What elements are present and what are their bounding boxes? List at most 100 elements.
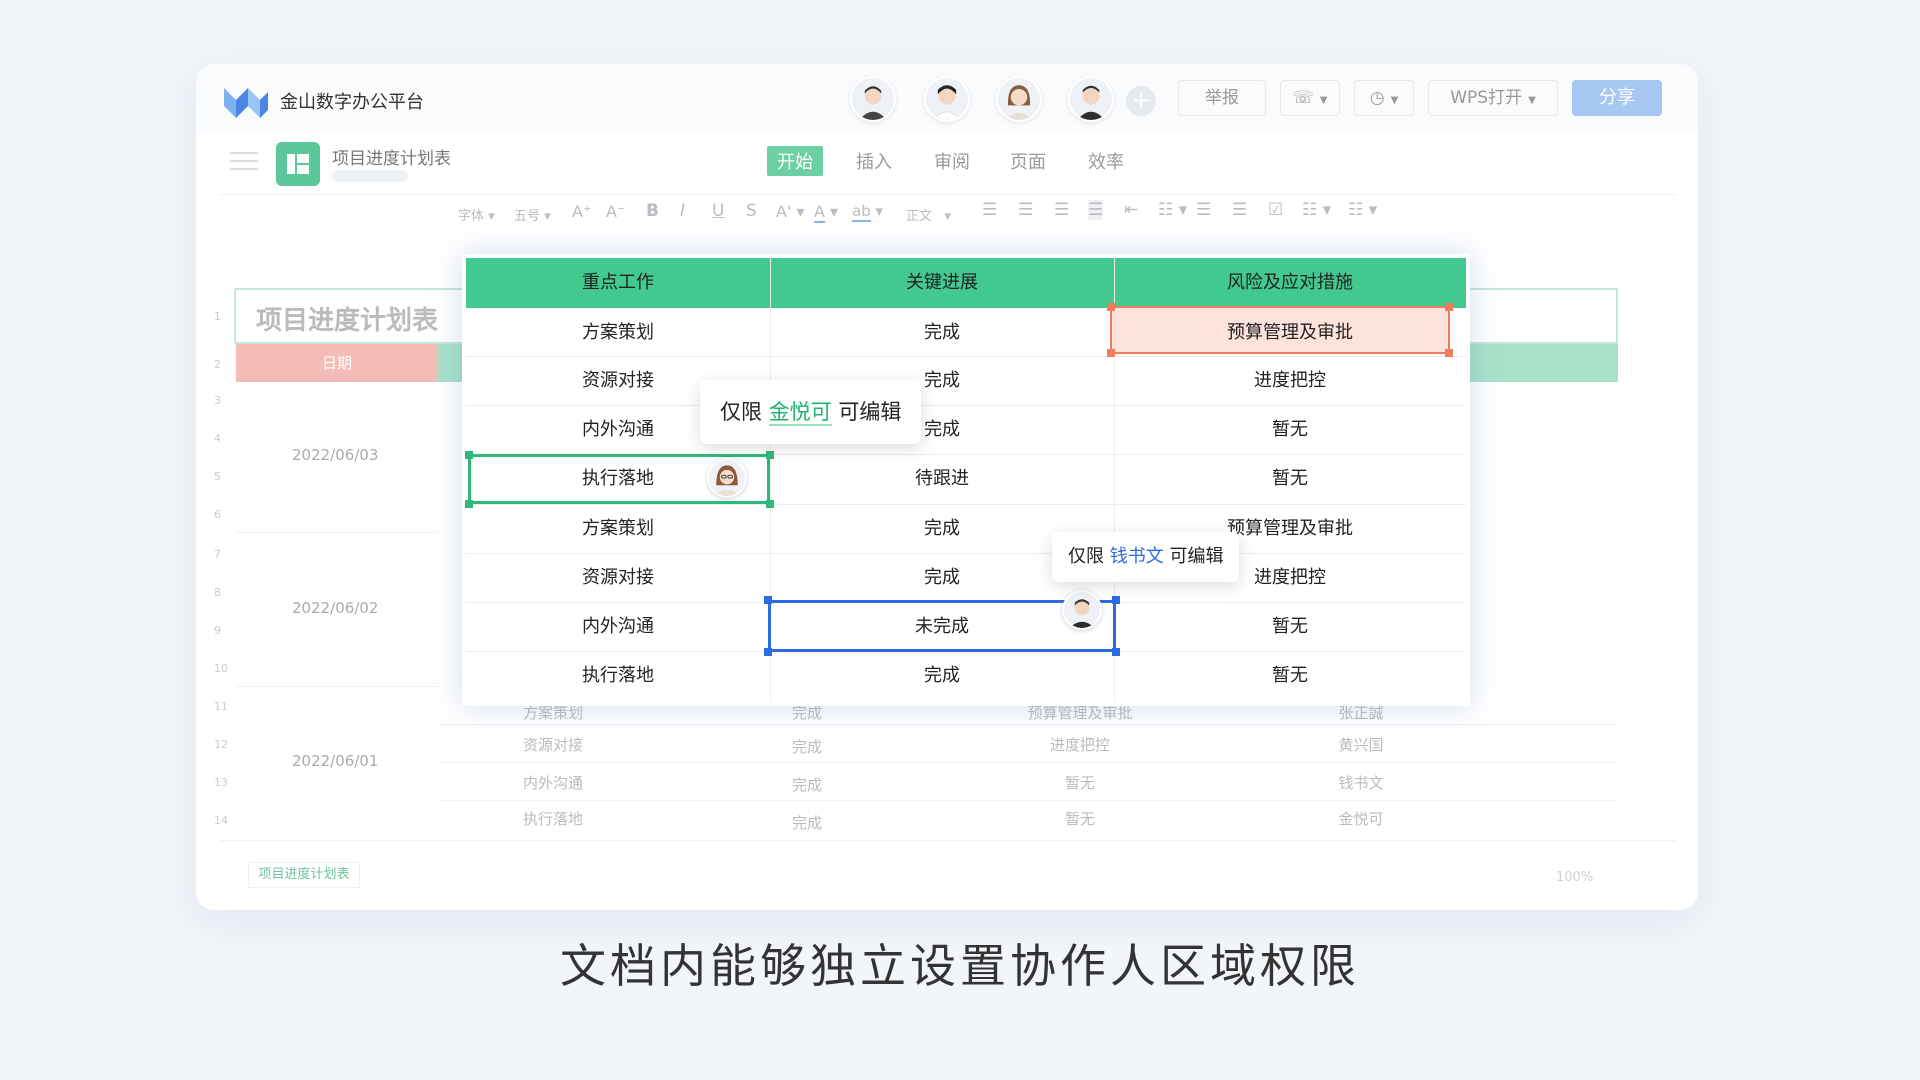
editor-name: 钱书文 <box>1109 546 1164 567</box>
table-cell[interactable]: 方案策划 <box>466 504 770 553</box>
indent-icon[interactable]: ⇤ <box>1124 200 1138 220</box>
selection-handle[interactable] <box>1107 303 1115 311</box>
selection-handle[interactable] <box>1112 648 1120 656</box>
permission-tooltip: 仅限 钱书文 可编辑 <box>1052 532 1240 582</box>
add-collaborator-icon[interactable]: + <box>1126 86 1156 116</box>
table-cell[interactable]: 待跟进 <box>770 454 1114 503</box>
table-cell[interactable]: 暂无 <box>1114 602 1466 651</box>
wps-open-button[interactable]: WPS打开 ▼ <box>1428 80 1558 116</box>
selection-handle[interactable] <box>465 451 473 459</box>
history-button[interactable]: ◷ ▼ <box>1354 80 1414 116</box>
bg-cell[interactable]: 进度把控 <box>942 734 1218 755</box>
bg-cell[interactable]: 内外沟通 <box>438 772 668 793</box>
selection-handle[interactable] <box>1112 596 1120 604</box>
bg-cell[interactable]: 暂无 <box>942 808 1218 829</box>
selection-handle[interactable] <box>1445 303 1453 311</box>
collaborator-avatar[interactable] <box>924 76 970 122</box>
highlight-icon[interactable]: ab ▾ <box>852 202 883 222</box>
line-spacing-icon[interactable]: ☷ ▾ <box>1158 200 1187 220</box>
numbered-list-icon[interactable]: ☷ ▾ <box>1348 200 1377 220</box>
report-button[interactable]: 举报 <box>1178 80 1266 116</box>
doc-title[interactable]: 项目进度计划表 <box>332 144 451 169</box>
bg-cell[interactable]: 资源对接 <box>438 734 668 755</box>
row-divider <box>438 762 1618 763</box>
italic-icon[interactable]: I <box>680 201 685 221</box>
tab-page[interactable]: 页面 <box>1010 148 1046 174</box>
collaborator-avatar[interactable] <box>996 76 1042 122</box>
font-color-icon[interactable]: A ▾ <box>814 202 838 223</box>
font-select[interactable]: 字体 ▾ <box>458 205 495 224</box>
date-cell[interactable]: 2022/06/02 <box>292 599 378 617</box>
collab-call-button[interactable]: ☏ ▼ <box>1280 80 1340 116</box>
bg-cell[interactable]: 完成 <box>672 774 942 795</box>
row-number: 4 <box>214 432 221 445</box>
table-cell[interactable]: 暂无 <box>1114 405 1466 454</box>
table-cell[interactable]: 预算管理及审批 <box>1114 308 1466 357</box>
menu-icon[interactable] <box>230 152 258 172</box>
table-cell[interactable]: 资源对接 <box>466 553 770 602</box>
superscript-icon[interactable]: A' ▾ <box>776 202 804 221</box>
phone-icon: ☏ <box>1292 88 1314 108</box>
table-cell[interactable]: 进度把控 <box>1114 356 1466 405</box>
selection-handle[interactable] <box>465 500 473 508</box>
row-number: 8 <box>214 586 221 599</box>
group-divider <box>236 686 438 687</box>
bg-cell[interactable]: 暂无 <box>942 772 1218 793</box>
table-cell[interactable]: 执行落地 <box>466 651 770 700</box>
bullet-list-icon[interactable]: ☷ ▾ <box>1302 200 1331 220</box>
date-cell[interactable]: 2022/06/03 <box>292 446 378 464</box>
selection-handle[interactable] <box>1107 349 1115 357</box>
column-header[interactable]: 风险及应对措施 <box>1114 258 1466 308</box>
underline-icon[interactable]: U <box>712 201 724 221</box>
bg-cell[interactable]: 黄兴国 <box>1218 734 1504 755</box>
share-button[interactable]: 分享 <box>1572 80 1662 116</box>
tab-insert[interactable]: 插入 <box>856 148 892 174</box>
table-cell[interactable]: 完成 <box>770 651 1114 700</box>
align-left-icon[interactable]: ☰ <box>982 200 997 220</box>
bg-cell[interactable]: 完成 <box>672 736 942 757</box>
zoom-level[interactable]: 100% <box>1556 870 1593 885</box>
table-cell[interactable]: 内外沟通 <box>466 602 770 651</box>
indent-more-icon[interactable]: ☰ <box>1232 200 1247 220</box>
table-cell[interactable]: 方案策划 <box>466 308 770 357</box>
align-right-icon[interactable]: ☰ <box>1054 200 1069 220</box>
tab-review[interactable]: 审阅 <box>934 148 970 174</box>
brand-name: 金山数字办公平台 <box>280 92 424 113</box>
bg-cell[interactable]: 执行落地 <box>438 808 668 829</box>
checkbox-icon[interactable]: ☑ <box>1268 200 1283 220</box>
collaborator-avatar[interactable] <box>1068 76 1114 122</box>
font-size-select[interactable]: 五号 ▾ <box>514 205 551 224</box>
date-cell[interactable]: 2022/06/01 <box>292 752 378 770</box>
toolbar-divider <box>220 194 1676 195</box>
outdent-icon[interactable]: ☰ <box>1196 200 1211 220</box>
selection-handle[interactable] <box>766 500 774 508</box>
align-center-icon[interactable]: ☰ <box>1018 200 1033 220</box>
table-cell[interactable]: 暂无 <box>1114 651 1466 700</box>
bg-cell[interactable]: 完成 <box>672 812 942 833</box>
strikethrough-icon[interactable]: S <box>746 201 757 221</box>
column-header[interactable]: 关键进展 <box>770 258 1114 308</box>
selection-handle[interactable] <box>766 451 774 459</box>
caption: 文档内能够独立设置协作人区域权限 <box>560 939 1360 993</box>
sheet-tab[interactable]: 项目进度计划表 <box>248 862 360 888</box>
selection-handle[interactable] <box>764 596 772 604</box>
selection-handle[interactable] <box>764 648 772 656</box>
collaborator-avatar[interactable] <box>850 76 896 122</box>
column-header[interactable]: 重点工作 <box>466 258 770 308</box>
increase-font-icon[interactable]: A⁺ <box>572 202 591 221</box>
row-number: 11 <box>214 700 228 713</box>
spreadsheet-icon <box>276 142 320 186</box>
bg-cell[interactable]: 金悦可 <box>1218 808 1504 829</box>
paragraph-style-select[interactable]: 正文 ▾ <box>906 205 951 224</box>
tab-start[interactable]: 开始 <box>767 146 823 176</box>
bold-icon[interactable]: B <box>646 201 659 221</box>
font-label: 字体 <box>458 209 485 224</box>
table-cell[interactable]: 完成 <box>770 308 1114 357</box>
justify-icon[interactable]: ☰ <box>1088 200 1104 220</box>
row-number: 2 <box>214 358 221 371</box>
bg-cell[interactable]: 钱书文 <box>1218 772 1504 793</box>
selection-handle[interactable] <box>1445 349 1453 357</box>
table-cell[interactable]: 暂无 <box>1114 454 1466 503</box>
tab-efficiency[interactable]: 效率 <box>1088 148 1124 174</box>
decrease-font-icon[interactable]: A⁻ <box>606 202 625 221</box>
